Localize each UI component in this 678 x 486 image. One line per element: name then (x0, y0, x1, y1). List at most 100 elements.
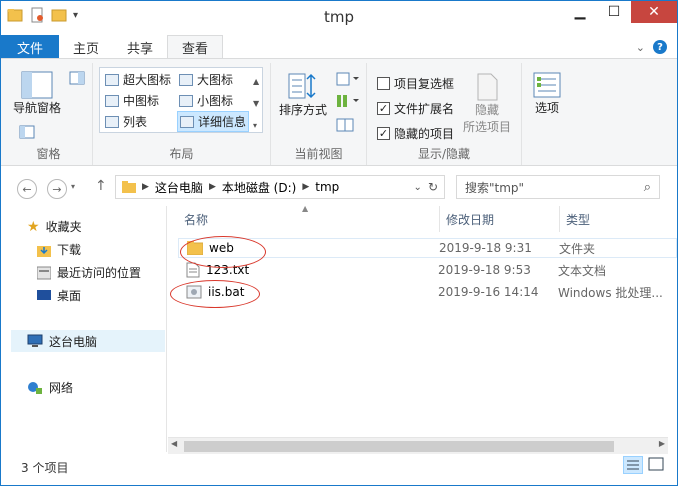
panes-group: 导航窗格 窗格 (5, 63, 93, 165)
nav-recent[interactable]: 最近访问的位置 (37, 264, 141, 281)
nav-downloads[interactable]: 下载 (37, 241, 81, 258)
add-columns-icon[interactable] (335, 93, 359, 109)
back-button[interactable]: ← (17, 179, 37, 199)
folder-icon (122, 181, 136, 193)
layout-scroll[interactable]: ▲ ▼ ▾ (253, 71, 259, 137)
details-view-button[interactable] (623, 456, 643, 474)
up-button[interactable]: ↑ (95, 178, 107, 194)
details-pane-icon[interactable] (19, 125, 35, 139)
file-date: 2019-9-18 9:31 (439, 241, 532, 255)
breadcrumb-chevron-icon[interactable]: ▶ (142, 182, 149, 192)
annotation-circle-iis-bat (170, 280, 260, 308)
group-by-icon[interactable] (335, 71, 359, 87)
tab-share[interactable]: 共享 (113, 35, 167, 59)
refresh-icon[interactable]: ↻ (428, 180, 444, 194)
hide-selected-button[interactable]: 隐藏 所选项目 (463, 73, 511, 135)
list-icon (105, 115, 119, 128)
large-icons-icon (179, 73, 193, 86)
size-columns-icon[interactable] (335, 117, 355, 133)
sort-by-button[interactable]: 排序方式 (279, 71, 327, 118)
file-extensions-checkbox[interactable]: ✓ (377, 102, 390, 115)
preview-pane-icon[interactable] (69, 71, 85, 85)
recent-locations-icon[interactable]: ▾ (71, 182, 75, 191)
tab-view[interactable]: 查看 (167, 35, 224, 59)
address-row: ← → ▾ ↑ ▶ 这台电脑 ▶ 本地磁盘 (D:) ▶ tmp ⌄ ↻ 搜索"… (1, 169, 677, 205)
breadcrumb-tmp[interactable]: tmp (315, 180, 339, 194)
close-button[interactable]: ✕ (631, 1, 677, 23)
navigation-pane: ★ 收藏夹 下载 最近访问的位置 桌面 这台电脑 网络 (1, 206, 167, 452)
breadcrumb-local-disk[interactable]: 本地磁盘 (D:) (222, 179, 296, 196)
ribbon-tabs: 文件 主页 共享 查看 ⌄ ? (1, 35, 677, 59)
breadcrumb-chevron-icon[interactable]: ▶ (302, 182, 309, 192)
window-controls: ▁ ☐ ✕ (563, 1, 677, 23)
file-extensions-option[interactable]: ✓ 文件扩展名 (377, 100, 454, 117)
breadcrumb-chevron-icon[interactable]: ▶ (209, 182, 216, 192)
current-view-group: 排序方式 当前视图 (271, 63, 367, 165)
file-list: ▲ 名称 修改日期 类型 web 2019-9-18 9:31 文件夹 123.… (168, 204, 677, 452)
search-icon[interactable]: ⌕ (644, 180, 659, 195)
scroll-thumb[interactable] (184, 441, 614, 452)
column-header-date[interactable]: 修改日期 (440, 206, 560, 232)
tab-home[interactable]: 主页 (59, 35, 113, 59)
search-box[interactable]: 搜索"tmp" ⌕ (456, 175, 660, 199)
column-header-type[interactable]: 类型 (560, 206, 677, 232)
computer-icon (27, 334, 43, 347)
small-icons-icon (179, 94, 193, 107)
minimize-button[interactable]: ▁ (563, 1, 597, 23)
nav-network[interactable]: 网络 (27, 379, 73, 396)
search-input[interactable]: 搜索"tmp" (465, 179, 524, 196)
layout-details[interactable]: 详细信息 (177, 111, 250, 132)
nav-pane-button[interactable]: 导航窗格 (13, 71, 61, 116)
nav-pane-icon (21, 71, 53, 99)
layout-small[interactable]: 小图标 (179, 92, 233, 109)
options-icon (533, 72, 561, 98)
expand-ribbon-icon[interactable]: ⌄ (636, 41, 645, 54)
item-checkboxes-checkbox[interactable] (377, 77, 390, 90)
title-bar: ▾ tmp ▁ ☐ ✕ (1, 1, 677, 33)
layout-large[interactable]: 大图标 (179, 71, 233, 88)
address-dropdown-icon[interactable]: ⌄ (414, 182, 422, 193)
layout-list[interactable]: 列表 (105, 113, 147, 130)
help-icon[interactable]: ? (653, 40, 667, 54)
tab-file[interactable]: 文件 (1, 35, 60, 59)
layout-medium[interactable]: 中图标 (105, 92, 159, 109)
large-icons-view-button[interactable] (647, 456, 667, 474)
file-type: 文件夹 (559, 241, 596, 256)
large-icons-view-icon (648, 457, 664, 471)
nav-favorites[interactable]: ★ 收藏夹 (27, 218, 82, 235)
item-count: 3 个项目 (21, 461, 69, 475)
file-type: 文本文档 (558, 263, 607, 278)
star-icon: ★ (27, 218, 40, 235)
status-bar: 3 个项目 (1, 456, 677, 486)
hidden-items-option[interactable]: ✓ 隐藏的项目 (377, 125, 454, 142)
maximize-button[interactable]: ☐ (597, 1, 631, 23)
recent-places-icon (37, 266, 51, 279)
address-bar[interactable]: ▶ 这台电脑 ▶ 本地磁盘 (D:) ▶ tmp ⌄ ↻ (115, 175, 445, 199)
details-view-icon (627, 460, 639, 470)
forward-button[interactable]: → (47, 179, 67, 199)
network-icon (28, 381, 42, 394)
ribbon: 导航窗格 窗格 超大图标 大图标 中图标 小图标 列表 详细信息 ▲ ▼ ▾ 布局 … (1, 58, 677, 166)
scroll-right-icon[interactable]: ▶ (659, 439, 665, 448)
nav-desktop[interactable]: 桌面 (37, 287, 81, 304)
layout-group: 超大图标 大图标 中图标 小图标 列表 详细信息 ▲ ▼ ▾ 布局 (93, 63, 271, 165)
details-icon (180, 115, 194, 128)
extra-large-icons-icon (105, 73, 119, 86)
options-button[interactable]: 选项 (532, 71, 562, 116)
item-checkboxes-option[interactable]: 项目复选框 (377, 75, 454, 92)
sort-icon (288, 73, 316, 99)
column-header-name[interactable]: 名称 (168, 206, 440, 232)
file-type: Windows 批处理... (558, 285, 663, 300)
options-group: 选项 (521, 63, 577, 165)
file-date: 2019-9-16 14:14 (438, 285, 539, 299)
show-hide-group: 项目复选框 ✓ 文件扩展名 ✓ 隐藏的项目 隐藏 所选项目 显示/隐藏 (367, 63, 521, 165)
downloads-folder-icon (37, 245, 51, 257)
scroll-left-icon[interactable]: ◀ (171, 439, 177, 448)
breadcrumb-this-pc[interactable]: 这台电脑 (155, 179, 203, 196)
file-date: 2019-9-18 9:53 (438, 263, 531, 277)
layout-extra-large[interactable]: 超大图标 (105, 71, 171, 88)
nav-this-pc[interactable]: 这台电脑 (11, 330, 165, 352)
annotation-circle-web (180, 236, 266, 268)
hidden-items-checkbox[interactable]: ✓ (377, 127, 390, 140)
horizontal-scrollbar[interactable]: ◀ ▶ (168, 437, 668, 454)
